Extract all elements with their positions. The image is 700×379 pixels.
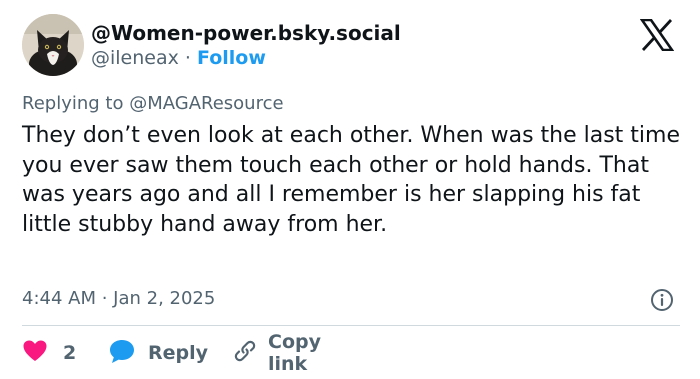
info-icon[interactable] [650,288,674,312]
avatar[interactable] [22,14,84,76]
cat-avatar-image [22,14,84,76]
x-logo-icon[interactable] [639,18,675,52]
follow-button[interactable]: Follow [197,47,266,69]
handle[interactable]: @ileneax [91,47,179,69]
link-icon [232,338,258,368]
display-name[interactable]: @Women-power.bsky.social [91,21,401,45]
divider [22,325,680,326]
copy-link-button[interactable]: Copy link [232,331,321,375]
tweet-text: They don’t even look at each other. When… [22,123,681,237]
like-count: 2 [63,342,77,364]
reply-label: Reply [148,342,209,364]
like-button[interactable]: 2 [22,338,76,368]
replying-prefix: Replying to [22,93,124,114]
copy-link-label: Copy link [268,331,321,375]
speech-bubble-icon [108,338,136,368]
separator: · [184,47,191,69]
handle-line: @ileneax · Follow [91,47,266,69]
reply-button[interactable]: Reply [108,338,208,368]
heart-icon [22,339,48,367]
replying-to: Replying to @MAGAResource [22,93,284,114]
tweet-card: @Women-power.bsky.social @ileneax · Foll… [0,0,700,379]
timestamp[interactable]: 4:44 AM · Jan 2, 2025 [22,288,215,309]
reply-mention-link[interactable]: @MAGAResource [129,93,283,114]
